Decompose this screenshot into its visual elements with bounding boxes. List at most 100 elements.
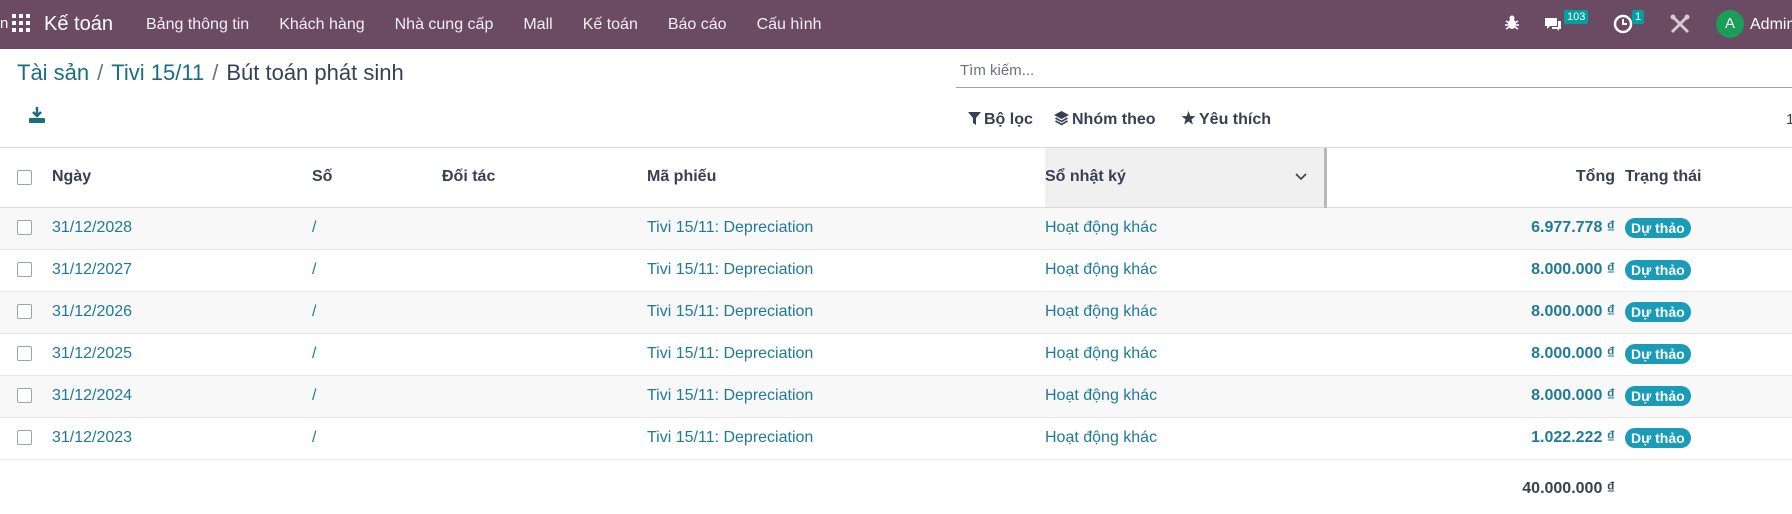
cell-journal[interactable]: Hoạt động khác	[1045, 207, 1325, 249]
table-row[interactable]: 31/12/2025/ Tivi 15/11: Depreciation Hoạt …	[0, 333, 1792, 375]
column-header-status[interactable]: Trạng thái	[1625, 148, 1792, 208]
cell-number[interactable]: /	[312, 291, 442, 333]
row-checkbox[interactable]	[17, 346, 32, 362]
row-select-cell[interactable]	[0, 291, 52, 333]
table-row[interactable]: 31/12/2028/ Tivi 15/11: Depreciation Hoạt …	[0, 207, 1792, 249]
cell-total[interactable]: 8.000.000 ₫	[1325, 375, 1625, 417]
cell-partner[interactable]	[442, 333, 647, 375]
cell-status[interactable]: Dự thảo	[1625, 333, 1792, 375]
cell-status[interactable]: Dự thảo	[1625, 291, 1792, 333]
cell-partner[interactable]	[442, 207, 647, 249]
menu-item-configuration[interactable]: Cấu hình	[757, 16, 822, 34]
table-row[interactable]: 31/12/2026/ Tivi 15/11: Depreciation Hoạt …	[0, 291, 1792, 333]
menu-item-mall[interactable]: Mall	[523, 16, 552, 34]
pager-value[interactable]: 1	[1786, 111, 1792, 128]
cell-journal[interactable]: Hoạt động khác	[1045, 249, 1325, 291]
row-checkbox[interactable]	[17, 262, 32, 278]
favorites-button[interactable]: Yêu thích	[1181, 111, 1271, 129]
cell-journal[interactable]: Hoạt động khác	[1045, 417, 1325, 459]
filter-button[interactable]: Bộ lọc	[968, 111, 1033, 129]
breadcrumb-asset-record[interactable]: Tivi 15/11	[111, 60, 204, 85]
column-header-number[interactable]: Số	[312, 148, 442, 208]
breadcrumb-assets[interactable]: Tài sản	[17, 60, 89, 85]
table-row[interactable]: 31/12/2023/ Tivi 15/11: Depreciation Hoạt …	[0, 417, 1792, 459]
cell-reference[interactable]: Tivi 15/11: Depreciation	[647, 207, 1045, 249]
row-checkbox[interactable]	[17, 430, 32, 446]
search-placeholder: Tìm kiếm...	[960, 62, 1035, 79]
cell-total[interactable]: 1.022.222 ₫	[1325, 417, 1625, 459]
cell-number[interactable]: /	[312, 249, 442, 291]
column-header-journal[interactable]: Sổ nhật ký	[1045, 148, 1327, 208]
cell-total[interactable]: 8.000.000 ₫	[1325, 333, 1625, 375]
column-header-reference[interactable]: Mã phiếu	[647, 148, 1045, 208]
cell-number[interactable]: /	[312, 375, 442, 417]
row-checkbox[interactable]	[17, 388, 32, 404]
menu-item-dashboard[interactable]: Bảng thông tin	[146, 16, 249, 34]
group-by-button[interactable]: Nhóm theo	[1054, 111, 1156, 129]
tools-icon[interactable]	[1668, 12, 1692, 36]
chevron-down-icon[interactable]	[1294, 170, 1308, 184]
cell-journal[interactable]: Hoạt động khác	[1045, 375, 1325, 417]
breadcrumb-separator: /	[97, 60, 104, 85]
filter-icon	[968, 112, 981, 125]
column-header-date[interactable]: Ngày	[52, 148, 312, 208]
apps-menu-icon[interactable]	[12, 14, 30, 32]
row-select-cell[interactable]	[0, 207, 52, 249]
chat-icon[interactable]	[1542, 13, 1564, 35]
cell-date[interactable]: 31/12/2027	[52, 249, 312, 291]
menu-item-reports[interactable]: Báo cáo	[668, 16, 727, 34]
menu-item-accounting[interactable]: Kế toán	[583, 16, 638, 34]
download-icon[interactable]	[28, 106, 46, 124]
cell-journal[interactable]: Hoạt động khác	[1045, 291, 1325, 333]
cell-date[interactable]: 31/12/2023	[52, 417, 312, 459]
table-row[interactable]: 31/12/2027/ Tivi 15/11: Depreciation Hoạt …	[0, 249, 1792, 291]
footer-total: 40.000.000 ₫	[1522, 479, 1615, 497]
row-checkbox[interactable]	[17, 220, 32, 236]
app-brand[interactable]: Kế toán	[44, 13, 113, 36]
table-row[interactable]: 31/12/2024/ Tivi 15/11: Depreciation Hoạt …	[0, 375, 1792, 417]
cell-total[interactable]: 8.000.000 ₫	[1325, 249, 1625, 291]
avatar[interactable]: A	[1716, 10, 1744, 38]
cell-reference[interactable]: Tivi 15/11: Depreciation	[647, 291, 1045, 333]
cell-date[interactable]: 31/12/2026	[52, 291, 312, 333]
select-all-checkbox[interactable]	[17, 169, 32, 185]
cell-journal[interactable]: Hoạt động khác	[1045, 333, 1325, 375]
table-footer-row: 40.000.000 ₫	[0, 459, 1792, 514]
cell-total[interactable]: 6.977.778 ₫	[1325, 207, 1625, 249]
cell-status[interactable]: Dự thảo	[1625, 249, 1792, 291]
cell-partner[interactable]	[442, 249, 647, 291]
cell-date[interactable]: 31/12/2028	[52, 207, 312, 249]
cell-reference[interactable]: Tivi 15/11: Depreciation	[647, 417, 1045, 459]
row-select-cell[interactable]	[0, 417, 52, 459]
cell-total[interactable]: 8.000.000 ₫	[1325, 291, 1625, 333]
column-header-total[interactable]: Tổng	[1325, 148, 1625, 208]
cell-number[interactable]: /	[312, 417, 442, 459]
journal-entries-table: Ngày Số Đối tác Mã phiếu Sổ nhật ký Tổng…	[0, 148, 1792, 514]
cell-partner[interactable]	[442, 291, 647, 333]
column-header-partner[interactable]: Đối tác	[442, 148, 647, 208]
menu-item-vendors[interactable]: Nhà cung cấp	[395, 16, 494, 34]
cell-number[interactable]: /	[312, 333, 442, 375]
cell-partner[interactable]	[442, 375, 647, 417]
cell-reference[interactable]: Tivi 15/11: Depreciation	[647, 333, 1045, 375]
cell-reference[interactable]: Tivi 15/11: Depreciation	[647, 375, 1045, 417]
cell-reference[interactable]: Tivi 15/11: Depreciation	[647, 249, 1045, 291]
cell-date[interactable]: 31/12/2024	[52, 375, 312, 417]
menu-item-customers[interactable]: Khách hàng	[279, 16, 364, 34]
row-checkbox[interactable]	[17, 304, 32, 320]
cell-number[interactable]: /	[312, 207, 442, 249]
clock-icon[interactable]	[1612, 13, 1634, 35]
cell-status[interactable]: Dự thảo	[1625, 375, 1792, 417]
user-name[interactable]: Admin	[1750, 16, 1792, 34]
filter-label: Bộ lọc	[984, 111, 1033, 128]
search-input[interactable]: Tìm kiếm...	[956, 62, 1792, 88]
cell-partner[interactable]	[442, 417, 647, 459]
cell-date[interactable]: 31/12/2025	[52, 333, 312, 375]
cell-status[interactable]: Dự thảo	[1625, 207, 1792, 249]
chat-badge: 103	[1564, 10, 1589, 24]
cell-status[interactable]: Dự thảo	[1625, 417, 1792, 459]
row-select-cell[interactable]	[0, 249, 52, 291]
row-select-cell[interactable]	[0, 375, 52, 417]
bug-icon[interactable]	[1502, 13, 1522, 33]
row-select-cell[interactable]	[0, 333, 52, 375]
